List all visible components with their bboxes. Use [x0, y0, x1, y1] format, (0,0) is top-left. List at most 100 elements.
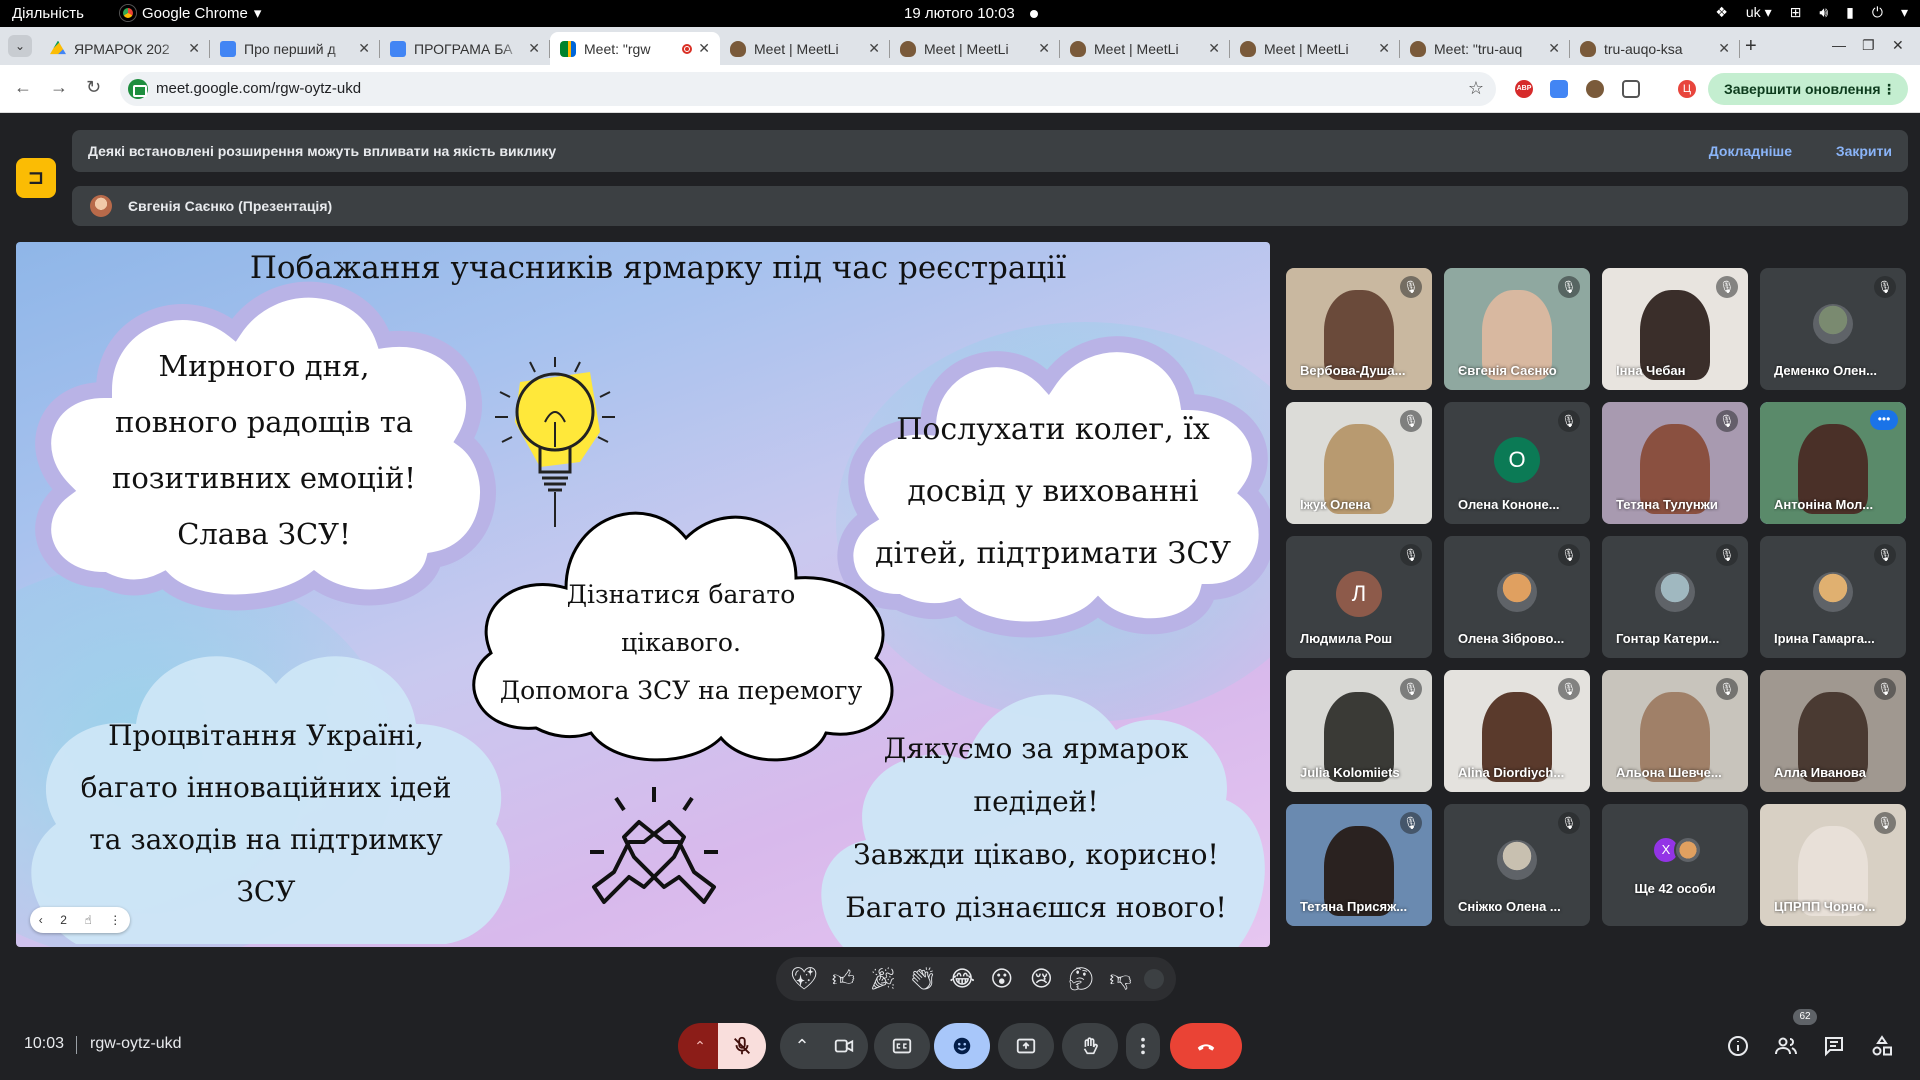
meeting-info-icon[interactable] [1726, 1034, 1752, 1060]
raise-hand-button[interactable] [1062, 1023, 1118, 1069]
volume-icon[interactable]: 🔊︎ [1819, 4, 1828, 21]
forward-button[interactable]: → [50, 77, 68, 98]
caret-down-icon[interactable]: ▾ [1901, 4, 1908, 21]
participant-tile[interactable]: 🎙︎ Вербова-Душа... [1286, 268, 1432, 390]
activities-shapes-icon[interactable] [1870, 1034, 1896, 1060]
participant-tile[interactable]: 🎙︎ Тетяна Присяж... [1286, 804, 1432, 926]
close-banner-button[interactable]: Закрити [1836, 143, 1892, 159]
mic-off-button[interactable] [718, 1023, 766, 1069]
keyboard-lang[interactable]: uk ▾ [1746, 4, 1772, 21]
emoji-reactions-button[interactable] [934, 1023, 990, 1069]
close-window-icon[interactable]: ✕ [1892, 37, 1904, 54]
participant-tile[interactable]: 🎙︎ Ірина Гамарга... [1760, 536, 1906, 658]
close-tab-icon[interactable]: ✕ [1378, 40, 1390, 57]
participant-tile[interactable]: 🎙︎ Гонтар Катери... [1602, 536, 1748, 658]
tab-5[interactable]: Meet | MeetLi ✕ [720, 32, 890, 65]
reload-button[interactable]: ↻ [86, 77, 101, 98]
power-icon[interactable]: ⏻ [1872, 4, 1883, 21]
participant-tile[interactable]: Л 🎙︎ Людмила Рош [1286, 536, 1432, 658]
dropbox-icon[interactable]: ❖ [1715, 4, 1728, 21]
participant-tile[interactable]: 🎙︎ Сніжко Олена ... [1444, 804, 1590, 926]
leave-call-button[interactable] [1170, 1023, 1242, 1069]
site-info-icon[interactable] [128, 79, 148, 99]
surprised-reaction[interactable]: 😮︎ [986, 963, 1018, 995]
extensions-puzzle-icon[interactable] [1622, 80, 1640, 98]
translate-extension-icon[interactable] [1550, 80, 1568, 98]
back-button[interactable]: ← [14, 77, 32, 98]
tab-9[interactable]: Meet: "tru-auq ✕ [1400, 32, 1570, 65]
close-tab-icon[interactable]: ✕ [1548, 40, 1560, 57]
panel-toggle-icon[interactable]: ⊐ [16, 158, 56, 198]
system-tray[interactable]: ❖ uk ▾ ⊞ 🔊︎ ▮ ⏻ ▾ [1715, 4, 1908, 21]
owl-extension-icon[interactable] [1586, 80, 1604, 98]
app-menu[interactable]: Google Chrome ▾ [120, 4, 261, 22]
thinking-reaction[interactable]: 🤔︎ [1065, 963, 1097, 995]
participant-tile[interactable]: 🎙︎ Олена Зіброво... [1444, 536, 1590, 658]
chat-icon[interactable] [1822, 1034, 1848, 1060]
laughing-reaction[interactable]: 😂︎ [946, 963, 978, 995]
audio-settings-caret[interactable]: ⌃ [678, 1023, 722, 1069]
sad-reaction[interactable]: 😢︎ [1025, 963, 1057, 995]
tab-6[interactable]: Meet | MeetLi ✕ [890, 32, 1060, 65]
more-participants-tile[interactable]: Х Ще 42 особи [1602, 804, 1748, 926]
more-reactions-icon[interactable] [1144, 969, 1165, 989]
new-tab-button[interactable]: + [1745, 35, 1757, 58]
clapping-reaction[interactable]: 👏︎ [907, 963, 939, 995]
close-tab-icon[interactable]: ✕ [1208, 40, 1220, 57]
tile-options-icon[interactable]: ••• [1870, 410, 1898, 430]
participant-tile[interactable]: 🎙︎ Тетяна Тулунжи [1602, 402, 1748, 524]
sparkling-heart-reaction[interactable]: 💖︎ [788, 963, 820, 995]
slide-menu-icon[interactable]: ⋮ [109, 913, 121, 927]
participant-tile[interactable]: О 🎙︎ Олена Кононе... [1444, 402, 1590, 524]
participant-tile[interactable]: 🎙︎ Інна Чебан [1602, 268, 1748, 390]
tab-7[interactable]: Meet | MeetLi ✕ [1060, 32, 1230, 65]
thumbs-down-reaction[interactable]: 👎︎ [1105, 963, 1137, 995]
captions-button[interactable] [874, 1023, 930, 1069]
tab-10[interactable]: tru-auqo-ksa ✕ [1570, 32, 1740, 65]
close-tab-icon[interactable]: ✕ [868, 40, 880, 57]
more-options-button[interactable] [1126, 1023, 1160, 1069]
minimize-icon[interactable]: — [1832, 37, 1846, 53]
party-popper-reaction[interactable]: 🎉︎ [867, 963, 899, 995]
participant-tile[interactable]: 🎙︎ Деменко Олен... [1760, 268, 1906, 390]
participant-tile[interactable]: ••• Антоніна Мол... [1760, 402, 1906, 524]
tab-2[interactable]: Про перший д ✕ [210, 32, 380, 65]
address-bar[interactable]: meet.google.com/rgw-oytz-ukd ☆ [120, 72, 1496, 106]
close-tab-icon[interactable]: ✕ [698, 40, 710, 57]
prev-slide-icon[interactable]: ‹ [39, 913, 43, 927]
participant-tile[interactable]: 🎙︎ Іжук Олена [1286, 402, 1432, 524]
present-screen-button[interactable] [998, 1023, 1054, 1069]
tab-4[interactable]: Meet: "rgw ✕ [550, 32, 720, 65]
participant-tile[interactable]: 🎙︎ Євгенія Саєнко [1444, 268, 1590, 390]
tab-search-button[interactable]: ⌄ [8, 35, 32, 57]
close-tab-icon[interactable]: ✕ [1038, 40, 1050, 57]
url-text[interactable]: meet.google.com/rgw-oytz-ukd [156, 80, 361, 97]
close-tab-icon[interactable]: ✕ [528, 40, 540, 57]
network-icon[interactable]: ⊞ [1790, 4, 1802, 21]
bookmark-star-icon[interactable]: ☆ [1468, 78, 1484, 99]
tab-3[interactable]: ПРОГРАМА БА ✕ [380, 32, 550, 65]
people-icon[interactable] [1774, 1034, 1800, 1060]
close-tab-icon[interactable]: ✕ [358, 40, 370, 57]
battery-icon[interactable]: ▮ [1846, 4, 1854, 21]
tab-1[interactable]: ЯРМАРОК 202 ✕ [40, 32, 210, 65]
camera-button[interactable] [820, 1023, 868, 1069]
restore-icon[interactable]: ❐ [1862, 37, 1875, 54]
finish-update-button[interactable]: Завершити оновлення ⋮ [1708, 73, 1908, 105]
profile-avatar[interactable]: Ц [1678, 80, 1696, 98]
os-clock[interactable]: 19 лютого 10:03 [904, 5, 1015, 22]
learn-more-link[interactable]: Докладніше [1709, 143, 1792, 159]
activities-button[interactable]: Діяльність [12, 5, 84, 22]
participant-tile[interactable]: 🎙︎ Alina Diordiych... [1444, 670, 1590, 792]
tab-8[interactable]: Meet | MeetLi ✕ [1230, 32, 1400, 65]
adblock-icon[interactable]: ABP [1515, 80, 1533, 98]
close-tab-icon[interactable]: ✕ [1718, 40, 1730, 57]
participant-tile[interactable]: 🎙︎ Julia Kolomiiets [1286, 670, 1432, 792]
participant-tile[interactable]: 🎙︎ ЦПРПП Чорно... [1760, 804, 1906, 926]
participant-tile[interactable]: 🎙︎ Алла Иванова [1760, 670, 1906, 792]
participant-tile[interactable]: 🎙︎ Альона Шевче... [1602, 670, 1748, 792]
slide-navigation[interactable]: ‹ 2 ☝︎ ⋮ [30, 907, 130, 933]
close-tab-icon[interactable]: ✕ [188, 40, 200, 57]
thumbs-up-reaction[interactable]: 👍︎ [827, 963, 859, 995]
video-settings-caret[interactable]: ⌃ [780, 1023, 824, 1069]
